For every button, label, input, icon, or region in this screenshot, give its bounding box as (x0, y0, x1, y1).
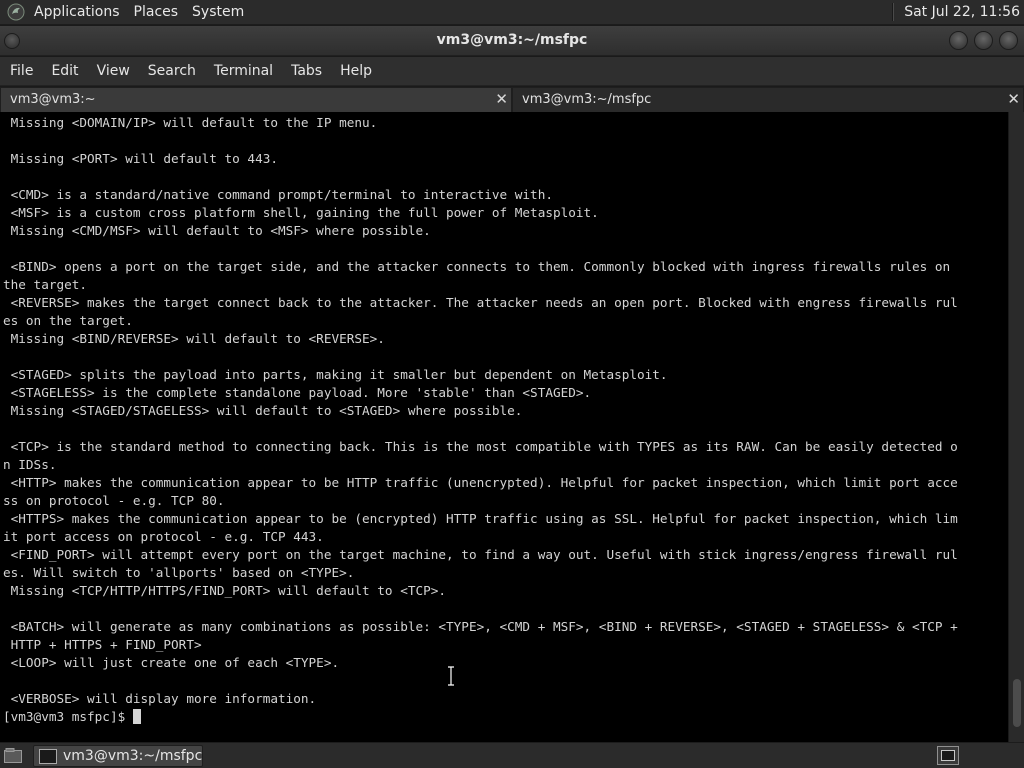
terminal-line: Missing <STAGED/STAGELESS> will default … (3, 403, 523, 418)
terminal-line: es. Will switch to 'allports' based on <… (3, 565, 355, 580)
terminal-line: <STAGED> splits the payload into parts, … (3, 367, 668, 382)
panel-separator (892, 3, 895, 21)
terminal-line: es on the target. (3, 313, 133, 328)
menu-bar: File Edit View Search Terminal Tabs Help (0, 57, 1024, 86)
places-menu[interactable]: Places (132, 4, 181, 20)
kali-dragon-icon[interactable] (4, 0, 28, 24)
system-menu[interactable]: System (190, 4, 246, 20)
taskbar-window-button[interactable]: vm3@vm3:~/msfpc (33, 745, 203, 767)
terminal-line: <TCP> is the standard method to connecti… (3, 439, 958, 454)
menu-edit[interactable]: Edit (47, 63, 82, 79)
menu-file[interactable]: File (6, 63, 37, 79)
terminal-line: <REVERSE> makes the target connect back … (3, 295, 958, 310)
terminal-line: Missing <BIND/REVERSE> will default to <… (3, 331, 385, 346)
terminal-text: Missing <DOMAIN/IP> will default to the … (3, 114, 1006, 726)
taskbar-window-label: vm3@vm3:~/msfpc (63, 748, 203, 764)
terminal-line: HTTP + HTTPS + FIND_PORT> (3, 637, 202, 652)
bottom-panel: vm3@vm3:~/msfpc (0, 742, 1024, 768)
menu-tabs[interactable]: Tabs (287, 63, 326, 79)
maximize-icon[interactable] (974, 31, 993, 50)
close-tab-icon[interactable]: ✕ (1007, 91, 1020, 107)
show-desktop-icon[interactable] (4, 748, 22, 763)
prompt-text: [vm3@vm3 msfpc]$ (3, 709, 133, 724)
applications-menu[interactable]: Applications (32, 4, 122, 20)
shell-prompt: [vm3@vm3 msfpc]$ (3, 708, 1006, 726)
tab-home[interactable]: vm3@vm3:~ ✕ (0, 87, 512, 112)
terminal-line: it port access on protocol - e.g. TCP 44… (3, 529, 324, 544)
terminal-cursor (132, 709, 141, 724)
menu-terminal[interactable]: Terminal (210, 63, 277, 79)
terminal-line: Missing <TCP/HTTP/HTTPS/FIND_PORT> will … (3, 583, 447, 598)
terminal-line: ss on protocol - e.g. TCP 80. (3, 493, 225, 508)
menu-help[interactable]: Help (336, 63, 376, 79)
terminal-line: <FIND_PORT> will attempt every port on t… (3, 547, 958, 562)
menu-view[interactable]: View (93, 63, 134, 79)
terminal-line: Missing <DOMAIN/IP> will default to the … (3, 115, 378, 130)
text-cursor-icon (448, 666, 454, 686)
minimize-icon[interactable] (949, 31, 968, 50)
terminal-line: n IDSs. (3, 457, 57, 472)
terminal-line: <MSF> is a custom cross platform shell, … (3, 205, 599, 220)
window-title: vm3@vm3:~/msfpc (436, 32, 588, 48)
terminal-scrollbar[interactable] (1008, 112, 1024, 742)
close-tab-icon[interactable]: ✕ (495, 91, 508, 107)
menu-search[interactable]: Search (144, 63, 200, 79)
terminal-line: <BATCH> will generate as many combinatio… (3, 619, 958, 634)
terminal-line: Missing <CMD/MSF> will default to <MSF> … (3, 223, 431, 238)
workspace-switcher-icon[interactable] (937, 746, 959, 765)
terminal-line: <BIND> opens a port on the target side, … (3, 259, 951, 274)
top-panel: Applications Places System Sat Jul 22, 1… (0, 0, 1024, 25)
terminal-line: <STAGELESS> is the complete standalone p… (3, 385, 592, 400)
terminal-line: Missing <PORT> will default to 443. (3, 151, 278, 166)
terminal-line: the target. (3, 277, 88, 292)
terminal-line: <CMD> is a standard/native command promp… (3, 187, 553, 202)
workspace-1[interactable] (941, 750, 955, 761)
terminal-line: <HTTPS> makes the communication appear t… (3, 511, 958, 526)
scrollbar-thumb[interactable] (1013, 679, 1021, 727)
terminal-icon (39, 749, 57, 764)
tab-msfpc[interactable]: vm3@vm3:~/msfpc ✕ (512, 87, 1024, 112)
window-title-bar[interactable]: vm3@vm3:~/msfpc (0, 26, 1024, 56)
terminal-line: <HTTP> makes the communication appear to… (3, 475, 958, 490)
tab-label: vm3@vm3:~/msfpc (522, 92, 652, 107)
tab-bar: vm3@vm3:~ ✕ vm3@vm3:~/msfpc ✕ (0, 87, 1024, 112)
tab-label: vm3@vm3:~ (10, 92, 96, 107)
terminal-line: <LOOP> will just create one of each <TYP… (3, 655, 340, 670)
close-window-icon[interactable] (999, 31, 1018, 50)
clock[interactable]: Sat Jul 22, 11:56 (904, 4, 1020, 20)
terminal-line: <VERBOSE> will display more information. (3, 691, 317, 706)
terminal-output[interactable]: Missing <DOMAIN/IP> will default to the … (0, 112, 1008, 742)
